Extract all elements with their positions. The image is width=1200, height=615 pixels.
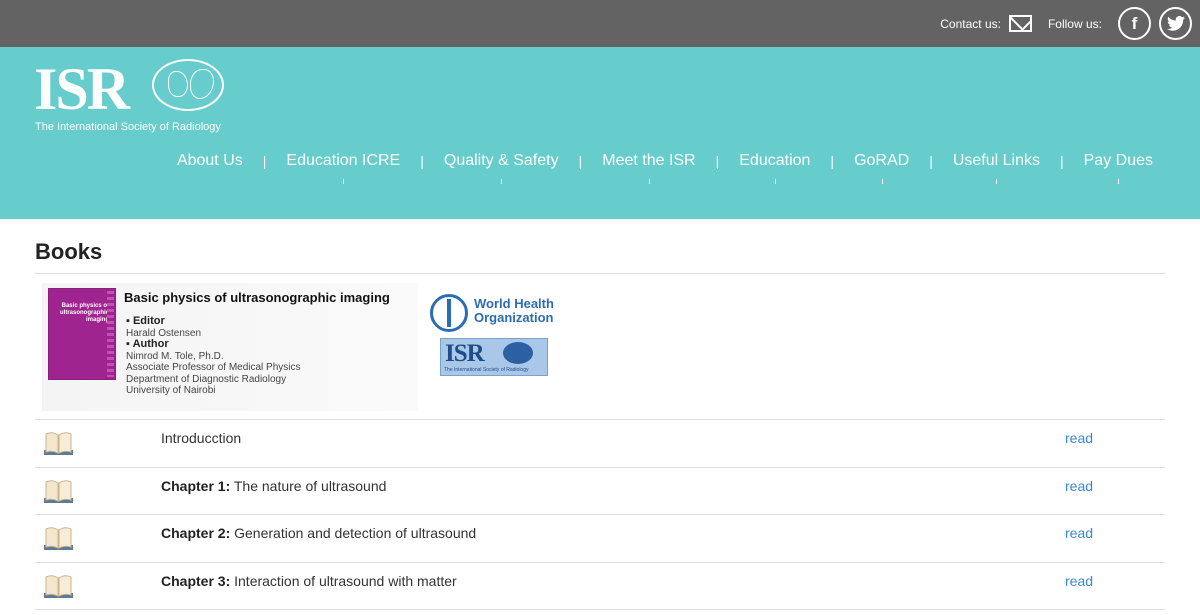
author-label: Author: [132, 338, 169, 350]
main-nav: About Us | Education ICRE | Quality & Sa…: [175, 152, 1155, 184]
who-emblem-icon: [430, 294, 468, 332]
read-link[interactable]: read: [1065, 430, 1093, 446]
chapter-title: Chapter 1: The nature of ultrasound: [161, 478, 386, 494]
isr-logo[interactable]: ISR The International Society of Radiolo…: [34, 57, 234, 137]
contact-label: Contact us:: [940, 16, 1001, 31]
follow-label: Follow us:: [1047, 16, 1102, 31]
chapter-row: Chapter 1: The nature of ultrasound read: [35, 468, 1165, 515]
book-cover-image: Basic physics of ultrasonographic imagin…: [48, 288, 116, 380]
page-title: Books: [35, 219, 1165, 274]
nav-gorad[interactable]: GoRAD: [852, 152, 911, 184]
nav-separator: |: [420, 153, 424, 169]
chapter-row: Chapter 2: Generation and detection of u…: [35, 515, 1165, 563]
chapter-number: Chapter 3:: [161, 572, 231, 589]
nav-separator: |: [830, 153, 835, 169]
chapter-list: Introducction read Chapter 1: The nature…: [35, 420, 1165, 610]
chapter-name: Introducction: [161, 430, 242, 446]
isr-partner-text: ISR: [445, 340, 485, 367]
author-line: Department of Diagnostic Radiology: [126, 373, 287, 385]
mail-icon[interactable]: [1008, 15, 1032, 32]
open-book-icon: [44, 574, 73, 598]
nav-separator: |: [262, 153, 267, 169]
facebook-icon[interactable]: f: [1118, 7, 1151, 40]
open-book-icon: [44, 527, 73, 550]
nav-separator: |: [929, 153, 933, 169]
open-book-icon: [44, 432, 73, 455]
globe-icon: [152, 59, 224, 111]
chapter-number: Chapter 1:: [161, 477, 231, 494]
isr-partner-logo: ISR The International Society of Radiolo…: [440, 338, 548, 376]
twitter-icon[interactable]: [1159, 7, 1192, 40]
main-content: Books Basic physics of ultrasonographic …: [0, 219, 1200, 610]
who-line: World Health: [474, 296, 554, 311]
globe-icon: [503, 342, 533, 364]
chapter-name: The nature of ultrasound: [230, 477, 387, 494]
nav-separator: |: [715, 153, 720, 169]
nav-useful-links[interactable]: Useful Links: [951, 152, 1042, 184]
chapter-number: Chapter 2:: [161, 525, 231, 541]
logo-text: ISR: [34, 56, 130, 122]
chapter-title: Chapter 2: Generation and detection of u…: [161, 525, 476, 541]
nav-meet-the-isr[interactable]: Meet the ISR: [600, 152, 697, 184]
read-link[interactable]: read: [1065, 525, 1093, 541]
nav-quality-safety[interactable]: Quality & Safety: [442, 152, 561, 184]
chapter-row: Chapter 3: Interaction of ultrasound wit…: [35, 563, 1165, 610]
top-bar: Contact us: Follow us: f: [0, 0, 1200, 47]
chapter-row: Introducction read: [35, 420, 1165, 468]
nav-pay-dues[interactable]: Pay Dues: [1082, 152, 1155, 184]
nav-about-us[interactable]: About Us: [175, 152, 245, 170]
nav-education[interactable]: Education: [737, 152, 812, 184]
editor-label: Editor: [132, 315, 165, 327]
book-credits: ▪ Editor Harald Ostensen ▪ Author Nimrod…: [126, 315, 301, 396]
author-line: Associate Professor of Medical Physics: [126, 362, 301, 373]
chapter-title: Introducction: [161, 430, 241, 446]
who-logo-text: World Health Organization: [474, 297, 554, 325]
open-book-icon: [44, 479, 73, 503]
isr-partner-subtitle: The International Society of Radiology: [444, 367, 529, 373]
logo-subtitle: The International Society of Radiology: [35, 121, 221, 133]
book-banner: Basic physics of ultrasonographic imagin…: [35, 274, 1165, 420]
read-link[interactable]: read: [1065, 478, 1093, 494]
site-header: ISR The International Society of Radiolo…: [0, 47, 1200, 219]
chapter-title: Chapter 3: Interaction of ultrasound wit…: [161, 573, 457, 589]
chapter-name: Interaction of ultrasound with matter: [230, 572, 457, 589]
author-line: Nimrod M. Tole, Ph.D.: [126, 350, 224, 362]
book-info-card: Basic physics of ultrasonographic imagin…: [42, 283, 418, 411]
chapter-name: Generation and detection of ultrasound: [230, 525, 477, 541]
nav-separator: |: [1059, 153, 1064, 169]
read-link[interactable]: read: [1065, 573, 1093, 589]
author-line: University of Nairobi: [126, 385, 216, 396]
who-line: Organization: [474, 310, 554, 325]
book-title: Basic physics of ultrasonographic imagin…: [124, 290, 390, 305]
nav-education-icre[interactable]: Education ICRE: [284, 152, 402, 184]
nav-separator: |: [578, 153, 583, 169]
cover-title: Basic physics of ultrasonographic imagin…: [59, 303, 109, 323]
